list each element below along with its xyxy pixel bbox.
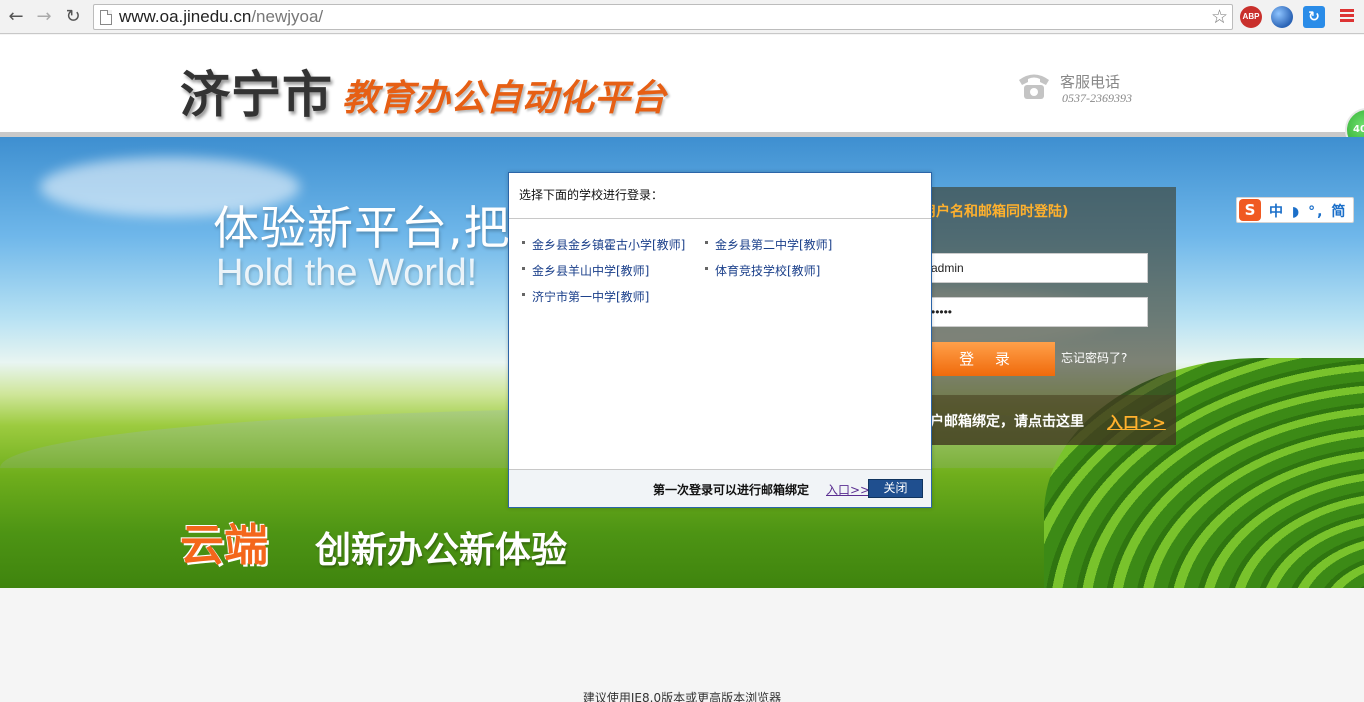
browser-menu-icon[interactable] [1340,9,1354,23]
email-bind-link[interactable]: 入口>> [1107,409,1166,433]
url-host: www.oa.jinedu.cn [119,7,252,26]
bookmark-star-icon[interactable]: ☆ [1211,6,1228,28]
hotline-number: 0537-2369393 [1062,91,1132,105]
email-bind-hint: 第一次登录可以进行邮箱绑定 [653,483,810,497]
site-header: 济宁市 教育办公自动化平台 客服电话 0537-2369393 [0,35,1364,132]
address-bar[interactable]: www.oa.jinedu.cn/newjyoa/ ☆ [93,4,1233,30]
slogan-chinese: 体验新平台,把握 [213,201,558,255]
close-button[interactable]: 关闭 [868,479,923,498]
school-link[interactable]: 金乡县第二中学[教师] [704,236,832,253]
password-input[interactable] [922,297,1148,327]
reload-icon[interactable]: ↻ [61,5,85,29]
page-footer: 建议使用IE8.0版本或更高版本浏览器 [0,588,1364,702]
sogou-logo-icon: S [1239,199,1261,221]
hotline-label: 客服电话 [1060,73,1121,91]
browser-toolbar: ← → ↻ www.oa.jinedu.cn/newjyoa/ ☆ ABP ↻ [0,0,1364,34]
dialog-footer: 第一次登录可以进行邮箱绑定 入口>> 关闭 [509,469,931,507]
school-select-dialog: 选择下面的学校进行登录： 金乡县金乡镇霍古小学[教师] 金乡县第二中学[教师] … [508,172,932,508]
logo-city: 济宁市 [180,65,333,124]
telephone-icon [1019,74,1049,99]
cloud-word: 云端 [180,520,268,571]
blue-extension-icon[interactable]: ↻ [1303,6,1325,28]
school-link[interactable]: 金乡县羊山中学[教师] [521,262,649,279]
url-path: /newjyoa/ [251,7,324,26]
globe-icon[interactable] [1271,6,1293,28]
dialog-divider [509,218,931,219]
username-input[interactable] [922,253,1148,283]
browser-recommendation-note: 建议使用IE8.0版本或更高版本浏览器 [582,691,782,702]
school-link[interactable]: 金乡县金乡镇霍古小学[教师] [521,236,685,253]
adblock-plus-icon[interactable]: ABP [1240,6,1262,28]
login-panel: 用户名和邮箱同时登陆) 登 录 忘记密码了? 户邮箱绑定，请点击这里 入口>> [922,187,1176,445]
forward-arrow-icon[interactable]: → [32,5,56,29]
forgot-password-link[interactable]: 忘记密码了? [1061,349,1127,366]
slogan-english: Hold the World! [216,252,478,294]
login-hint: 用户名和邮箱同时登陆) [922,204,1069,220]
url-text[interactable]: www.oa.jinedu.cn/newjyoa/ [119,7,323,27]
back-arrow-icon[interactable]: ← [4,5,28,29]
email-bind-entry-link[interactable]: 入口>> [826,481,870,498]
email-bind-text: 户邮箱绑定，请点击这里 [930,414,1084,430]
dialog-title: 选择下面的学校进行登录： [519,188,664,202]
login-button[interactable]: 登 录 [922,342,1055,376]
page-icon [100,10,112,25]
cloud-tagline: 创新办公新体验 [315,530,568,571]
school-link[interactable]: 济宁市第一中学[教师] [521,288,649,305]
logo-platform-name: 教育办公自动化平台 [342,78,667,119]
ime-toolbar[interactable]: S 中 ◗ °, 简 [1236,197,1354,223]
school-link[interactable]: 体育竞技学校[教师] [704,262,820,279]
ime-status-items[interactable]: 中 ◗ °, 简 [1269,201,1347,221]
email-bind-strip: 户邮箱绑定，请点击这里 入口>> [922,395,1176,445]
